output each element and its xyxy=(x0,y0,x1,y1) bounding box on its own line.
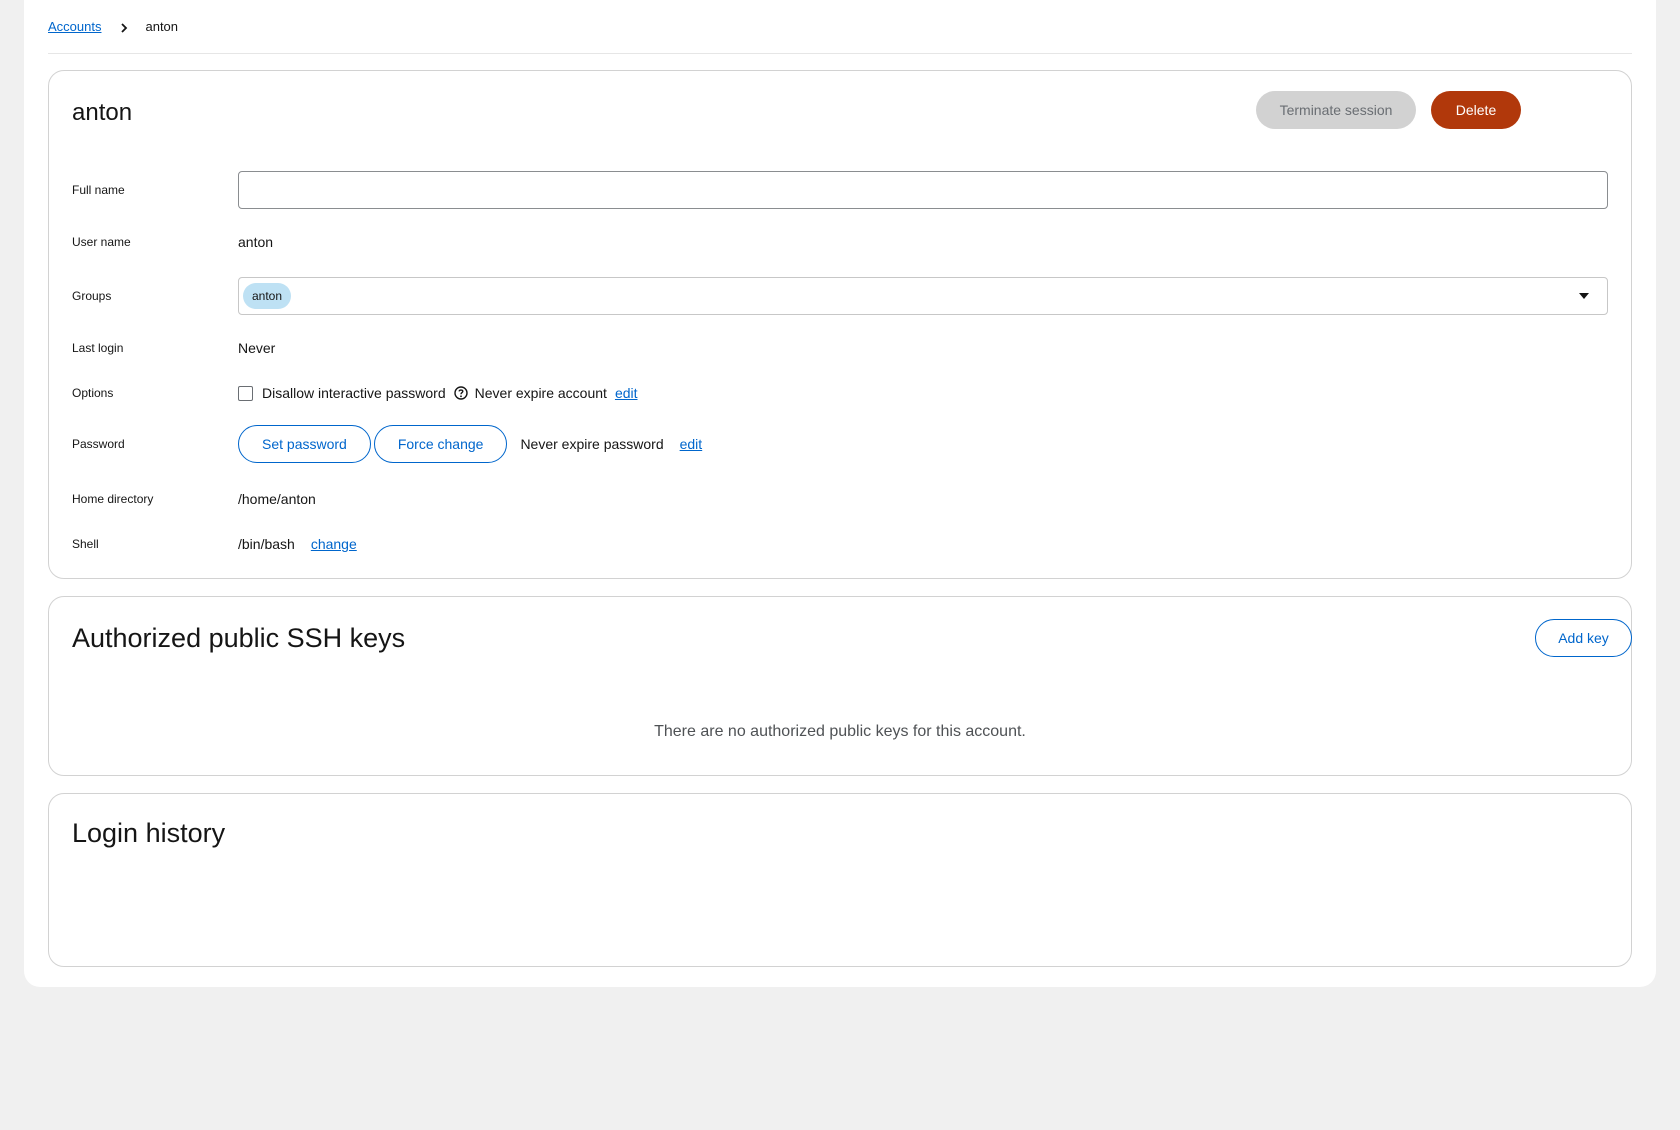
never-expire-password-text: Never expire password xyxy=(520,436,664,452)
terminate-session-button[interactable]: Terminate session xyxy=(1256,91,1416,129)
password-expiry-edit-link[interactable]: edit xyxy=(680,436,703,452)
password-label: Password xyxy=(72,437,125,451)
shell-label: Shell xyxy=(72,537,99,551)
login-history-card: Login history xyxy=(48,793,1632,967)
shell-row: Shell /bin/bash change xyxy=(72,529,1608,559)
options-label: Options xyxy=(72,386,114,400)
breadcrumb-current: anton xyxy=(145,19,179,34)
breadcrumb: Accounts anton xyxy=(48,0,1632,54)
options-row: Options Disallow interactive password Ne… xyxy=(72,378,1608,408)
home-directory-label: Home directory xyxy=(72,492,154,506)
user-name-label: User name xyxy=(72,235,131,249)
groups-row: Groups anton xyxy=(72,277,1608,315)
last-login-row: Last login Never xyxy=(72,333,1608,363)
groups-label: Groups xyxy=(72,289,112,303)
home-directory-row: Home directory /home/anton xyxy=(72,484,1608,514)
ssh-keys-empty-message: There are no authorized public keys for … xyxy=(654,723,1026,740)
full-name-label: Full name xyxy=(72,183,125,197)
never-expire-account-text: Never expire account xyxy=(474,385,607,401)
force-change-button[interactable]: Force change xyxy=(373,425,508,463)
full-name-input[interactable] xyxy=(238,171,1608,209)
login-history-title: Login history xyxy=(72,818,226,848)
password-row: Password Set password Force change Never… xyxy=(72,425,1608,463)
disallow-password-checkbox[interactable] xyxy=(238,385,253,401)
shell-change-link[interactable]: change xyxy=(311,536,357,552)
ssh-keys-card: Authorized public SSH keys Add key There… xyxy=(48,596,1632,776)
password-value: Set password Force change Never expire p… xyxy=(238,425,702,463)
account-expiry-edit-link[interactable]: edit xyxy=(615,385,638,401)
last-login-value: Never xyxy=(238,340,276,356)
full-name-row: Full name xyxy=(72,171,1608,209)
options-value: Disallow interactive password Never expi… xyxy=(238,385,638,401)
breadcrumb-accounts-link[interactable]: Accounts xyxy=(48,19,101,34)
account-details-card: anton Terminate session Delete Full name… xyxy=(48,70,1632,579)
user-name-row: User name anton xyxy=(72,227,1608,257)
caret-down-icon xyxy=(1579,293,1589,299)
help-icon[interactable] xyxy=(453,386,468,400)
chevron-right-icon xyxy=(119,21,131,33)
delete-button[interactable]: Delete xyxy=(1431,91,1521,129)
set-password-button[interactable]: Set password xyxy=(238,425,371,463)
user-name-value: anton xyxy=(238,234,274,250)
account-page: Accounts anton anton Terminate session D… xyxy=(24,0,1656,987)
group-chip[interactable]: anton xyxy=(243,283,292,309)
ssh-keys-title: Authorized public SSH keys xyxy=(72,623,406,653)
shell-path: /bin/bash xyxy=(238,536,295,552)
groups-select[interactable]: anton xyxy=(238,277,1608,315)
disallow-password-label: Disallow interactive password xyxy=(262,385,446,401)
add-key-button[interactable]: Add key xyxy=(1535,619,1632,657)
last-login-label: Last login xyxy=(72,341,124,355)
shell-value: /bin/bash change xyxy=(238,536,357,552)
home-directory-value: /home/anton xyxy=(238,491,316,507)
account-title: anton xyxy=(72,99,133,126)
